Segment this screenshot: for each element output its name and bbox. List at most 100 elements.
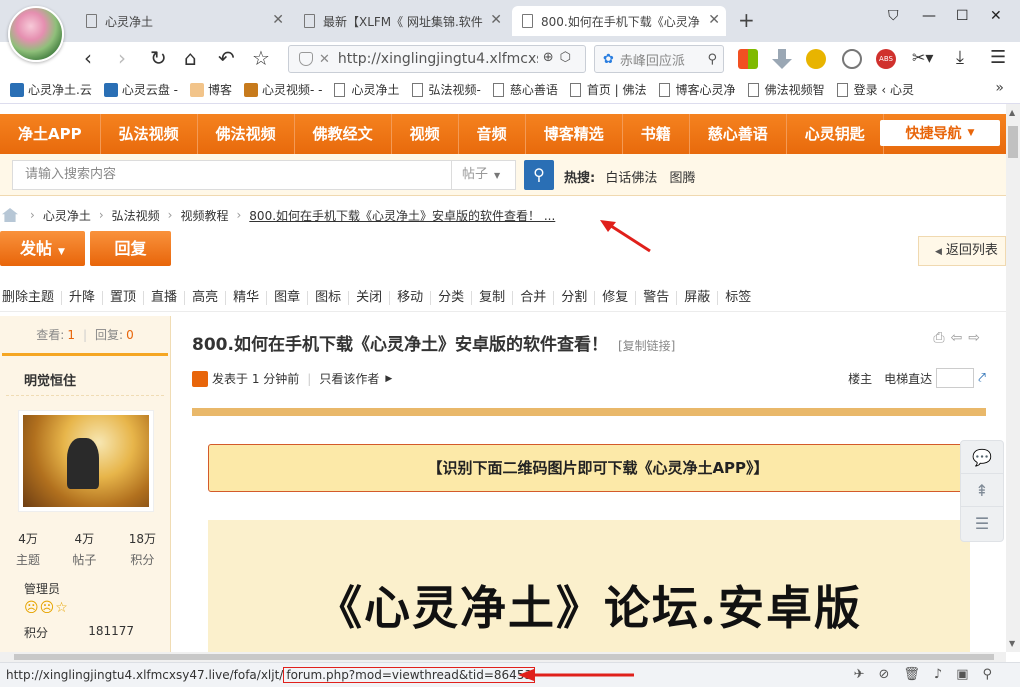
shirt-skin-icon[interactable]: ⛉ [888,8,899,24]
hot-search-link[interactable]: 图腾 [670,171,696,186]
bookmark-item[interactable]: 博客心灵净 [658,81,736,98]
close-tab-icon[interactable]: ✕ [490,12,502,28]
breadcrumb-link[interactable]: 心灵净土 [43,207,91,224]
search-icon[interactable]: ⚲ [707,52,717,67]
bookmark-item[interactable]: 心灵视频- - [244,81,322,98]
address-actions[interactable]: ⊕⬡ [543,50,577,65]
back-to-top-icon[interactable]: ⇞ [961,474,1003,507]
mod-action[interactable]: 分类 [431,290,473,305]
mod-action[interactable]: 合并 [513,290,555,305]
tab-xinling[interactable]: 心灵净土 ✕ [76,6,290,36]
mod-action[interactable]: 关闭 [349,290,391,305]
back-to-list-button[interactable]: ◀ 返回列表 [918,236,1006,266]
close-tab-icon[interactable]: ✕ [272,12,284,28]
tab-latest[interactable]: 最新【XLFM《 网址集锦.软件 ✕ [294,6,508,36]
nav-item[interactable]: 佛法视频 [198,114,295,154]
post-tool-icons[interactable]: ⎙⇦⇨ [933,330,986,346]
scroll-thumb[interactable] [14,654,994,660]
new-tab-button[interactable]: + [738,8,755,32]
minimize-icon[interactable]: — [922,8,936,24]
mod-action[interactable]: 直播 [144,290,186,305]
bookmark-item[interactable]: 弘法视频- [411,81,481,98]
forward-icon[interactable]: › [118,46,126,70]
home-icon[interactable]: ⌂ [184,46,197,70]
author-name[interactable]: 明觉恒住 [6,356,164,396]
download-icon[interactable]: ⤓ [956,46,964,70]
bookmark-item[interactable]: 博客 [189,81,232,98]
floor-input[interactable] [936,368,975,388]
clear-icon[interactable]: ✕ [319,52,330,67]
mod-action[interactable]: 分割 [554,290,596,305]
url-text[interactable]: http://xinglingjingtu4.xlfmcxs [338,51,538,67]
bookmark-item[interactable]: 心灵净土.云 [10,81,92,98]
author-only-link[interactable]: 只看该作者 [319,370,379,387]
nav-item[interactable]: 书籍 [623,114,690,154]
address-bar[interactable]: ✕ http://xinglingjingtu4.xlfmcxs ⊕⬡ [288,45,586,73]
bookmark-item[interactable]: 佛法视频智 [747,81,825,98]
new-post-button[interactable]: 发帖 ▼ [0,231,85,266]
list-icon[interactable]: ☰ [961,507,1003,540]
browser-search-box[interactable]: ✿ 赤峰回应派 ⚲ [594,45,724,73]
close-tab-icon[interactable]: ✕ [708,12,720,28]
mod-action[interactable]: 图标 [308,290,350,305]
browser-logo[interactable] [8,6,64,62]
undo-icon[interactable]: ↶ [218,46,235,70]
menu-icon[interactable]: ☰ [990,46,1006,70]
adblock-icon[interactable]: ABS [876,49,896,69]
breadcrumb-link[interactable]: 视频教程 [180,207,228,224]
quick-nav-button[interactable]: 快捷导航 ▼ [880,120,1000,146]
comment-icon[interactable]: 💬 [961,441,1003,474]
bookmark-item[interactable]: 心灵净土 [334,81,400,98]
vertical-scrollbar[interactable]: ▲ ▼ [1006,104,1020,652]
maximize-icon[interactable]: ☐ [956,8,969,24]
back-icon[interactable]: ‹ [84,46,92,70]
mod-action[interactable]: 精华 [226,290,268,305]
breadcrumb-link[interactable]: 弘法视频 [112,207,160,224]
scroll-down-icon[interactable]: ▼ [1009,639,1015,648]
bookmark-item[interactable]: 心灵云盘 - [103,81,178,98]
mod-action[interactable]: 删除主题 [0,290,63,305]
scissors-icon[interactable]: ✂▾ [912,46,933,70]
windows-icon[interactable] [738,49,758,69]
bookmark-item[interactable]: 首页 | 佛法 [569,81,647,98]
mod-action[interactable]: 移动 [390,290,432,305]
avatar[interactable] [18,410,154,512]
scroll-up-icon[interactable]: ▲ [1009,108,1015,117]
breadcrumb-current[interactable]: 800.如何在手机下载《心灵净土》安卓版的软件查看！ ... [249,207,555,224]
search-button[interactable]: ⚲ [524,160,554,190]
mod-action[interactable]: 复制 [472,290,514,305]
mod-action[interactable]: 修复 [595,290,637,305]
nav-item[interactable]: 心灵钥匙 [787,114,884,154]
bookmark-item[interactable]: 登录 ‹ 心灵 [836,81,914,98]
reply-button[interactable]: 回复 [90,231,171,266]
tab-active[interactable]: 800.如何在手机下载《心灵净 ✕ [512,6,726,36]
search-input[interactable]: 请输入搜索内容 [12,160,452,190]
mod-action[interactable]: 屏蔽 [677,290,719,305]
game-icon[interactable] [842,49,862,69]
nav-item[interactable]: 视频 [392,114,459,154]
go-icon[interactable]: ⤤ [978,370,986,386]
horizontal-scrollbar[interactable] [0,652,1006,662]
mod-action[interactable]: 标签 [718,290,758,305]
nav-item[interactable]: 音频 [459,114,526,154]
scroll-thumb[interactable] [1008,126,1018,158]
nav-item[interactable]: 净土APP [0,114,101,154]
mod-action[interactable]: 警告 [636,290,678,305]
bookmarks-more-button[interactable]: » [995,80,1004,96]
download-arrow-icon[interactable] [772,49,792,69]
home-icon[interactable] [2,208,18,222]
mod-action[interactable]: 高亮 [185,290,227,305]
leopard-icon[interactable] [806,49,826,69]
hot-search-link[interactable]: 白话佛法 [605,171,657,186]
bookmark-item[interactable]: 慈心善语 [492,81,558,98]
mod-action[interactable]: 图章 [267,290,309,305]
status-tool-icons[interactable]: ✈⊘🗑♪▣⚲ [854,667,1006,682]
star-icon[interactable]: ☆ [252,46,270,70]
nav-item[interactable]: 弘法视频 [101,114,198,154]
mod-action[interactable]: 升降 [62,290,104,305]
mod-action[interactable]: 置顶 [103,290,145,305]
nav-item[interactable]: 博客精选 [526,114,623,154]
nav-item[interactable]: 佛教经文 [295,114,392,154]
copy-link[interactable]: [复制链接] [618,339,675,353]
nav-item[interactable]: 慈心善语 [690,114,787,154]
